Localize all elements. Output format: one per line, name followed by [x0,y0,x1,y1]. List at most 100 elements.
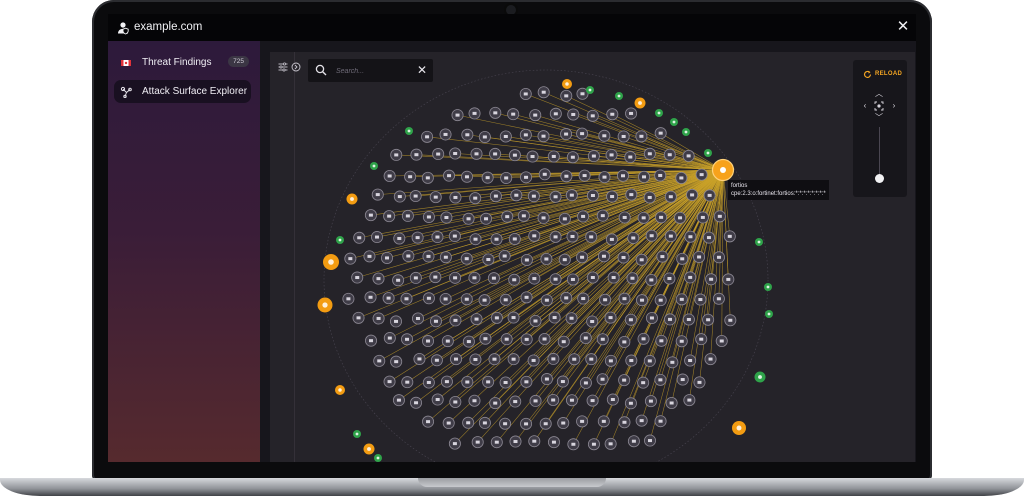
node-glyph-icon [622,420,627,424]
node-glyph-icon [688,275,693,279]
expand-arrow-icon[interactable] [291,62,301,72]
graph-node [490,233,503,246]
graph-node [499,293,512,306]
zoom-slider-handle[interactable] [875,174,884,184]
graph-node [469,233,482,246]
graph-node [383,169,396,182]
node-glyph-icon [492,357,497,361]
node-glyph-icon [435,398,440,402]
node-glyph-icon [641,337,646,341]
sidebar-item-threat-findings[interactable]: Threat Findings 725 [114,51,251,74]
pan-left-button[interactable]: ‹ [860,101,870,111]
graph-node [665,396,678,409]
graph-node [431,231,444,244]
graph-node [508,232,521,245]
node-glyph-icon [551,440,556,444]
graph-node [400,292,413,305]
clear-search-button[interactable]: ✕ [415,62,429,78]
graph-node [645,273,658,286]
node-glyph-icon [679,176,684,180]
node-glyph-icon [716,297,721,301]
sidebar-item-attack-surface-explorer[interactable]: Attack Surface Explorer [114,80,251,103]
node-glyph-icon [552,316,557,320]
pan-down-button[interactable]: ﹀ [874,113,884,123]
node-glyph-icon [571,112,576,116]
graph-node [586,109,599,122]
node-glyph-icon [425,176,430,180]
zoom-slider-track[interactable] [879,127,880,181]
node-glyph-icon [464,297,469,301]
node-glyph-icon [570,155,575,159]
graph-node [489,190,502,203]
fit-view-button[interactable] [874,101,884,111]
graph-node [393,190,406,203]
close-button[interactable]: ✕ [894,18,912,36]
node-glyph-icon [551,357,556,361]
graph-node [548,311,561,324]
search-input[interactable] [334,62,418,80]
graph-node [462,416,475,429]
chevron-right-icon: › [892,101,896,110]
graph-node [529,394,542,407]
node-glyph-icon [572,357,577,361]
node-glyph-icon [503,422,508,426]
graph-node [549,273,562,286]
graph-node [643,147,656,160]
graph-node [500,171,513,184]
node-glyph-icon [413,194,418,198]
node-glyph-icon [639,258,644,262]
graph-node [478,294,491,307]
node-glyph-icon [631,236,636,240]
graph-node [637,376,650,389]
node-glyph-icon [588,88,592,92]
node-glyph-icon [648,399,653,403]
attack-surface-graph[interactable] [270,52,915,462]
node-glyph-icon [668,234,673,238]
graph-node [617,251,630,264]
graph-node [507,311,520,324]
node-glyph-icon [453,276,458,280]
graph-node [461,376,474,389]
node-glyph-icon [348,257,353,261]
chevron-left-icon: ‹ [863,101,867,110]
node-glyph-icon [454,357,459,361]
node-glyph-icon [513,440,518,444]
node-glyph-icon [533,113,538,117]
node-glyph-icon [472,399,477,403]
node-glyph-icon [581,214,586,218]
pan-right-button[interactable]: › [889,101,899,111]
graph-node [643,434,656,447]
graph-node [526,150,539,163]
node-glyph-icon [658,131,663,135]
vulnerability-node [732,421,746,435]
focus-center-icon [874,101,884,111]
graph-node [422,292,435,305]
graph-node [498,250,511,263]
graph-node [635,130,648,143]
graph-node [449,314,462,327]
node-glyph-icon [426,380,431,384]
pan-up-button[interactable]: ︿ [874,89,884,99]
node-glyph-icon [706,236,711,240]
main-panel: ✕ RELOAD ︿ ‹ [260,41,916,462]
graph-canvas[interactable]: ✕ RELOAD ︿ ‹ [270,52,915,462]
graph-node [568,353,581,366]
node-glyph-icon [452,442,457,446]
node-glyph-icon [649,316,654,320]
node-glyph-icon [668,195,673,199]
graph-node [637,332,650,345]
graph-node [558,253,571,266]
node-glyph-icon [553,277,558,281]
graph-node [450,353,463,366]
graph-node [448,230,461,243]
node-glyph-icon [396,278,401,282]
node-glyph-icon [482,298,487,302]
node-glyph-icon [688,359,693,363]
filter-sliders-icon[interactable] [278,62,288,72]
graph-node [663,148,676,161]
graph-node [576,251,589,264]
graph-node [586,394,599,407]
reload-button[interactable]: RELOAD [863,68,902,80]
graph-toolstrip [270,52,301,462]
node-glyph-icon [322,302,328,308]
